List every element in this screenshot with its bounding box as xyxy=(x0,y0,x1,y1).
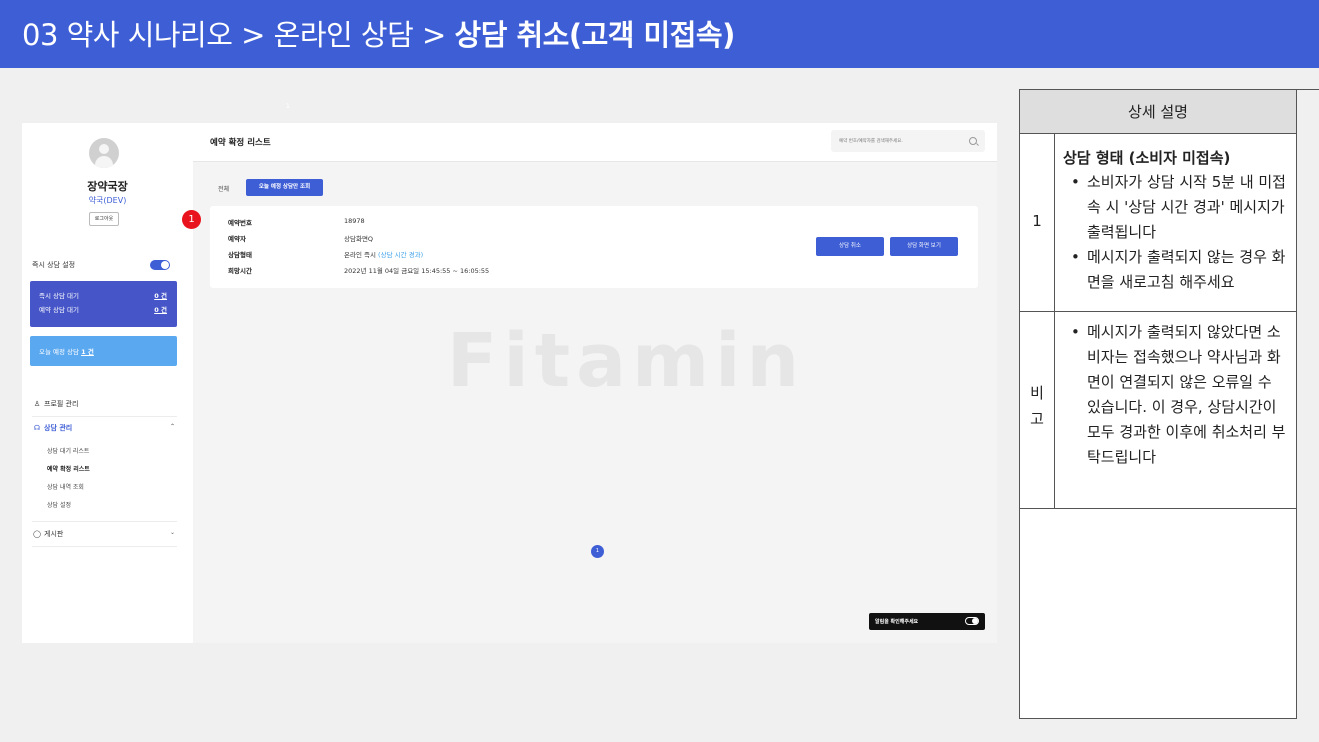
type-label: 상담형태 xyxy=(228,251,252,259)
row1-number: 1 xyxy=(1032,212,1042,230)
search-icon[interactable] xyxy=(969,137,977,145)
divider xyxy=(1054,134,1055,508)
divider xyxy=(32,416,177,417)
reserver-label: 예약자 xyxy=(228,235,246,243)
panel-header: 상세 설명 xyxy=(1020,90,1296,134)
reservation-no-value: 18978 xyxy=(344,217,365,225)
time-label: 희망시간 xyxy=(228,267,252,275)
reservation-no-label: 예약번호 xyxy=(228,219,252,227)
avatar-icon xyxy=(89,138,119,168)
reservation-card: 예약번호 18978 예약자 상담화면Q 상담형태 온라인 즉시 (상담 시간 … xyxy=(210,206,978,288)
divider xyxy=(1297,89,1319,90)
main-title: 예약 확정 리스트 xyxy=(210,138,271,148)
time-value: 2022년 11월 04일 금요일 15:45:55 ~ 16:05:55 xyxy=(344,267,490,275)
search-input[interactable] xyxy=(839,136,964,146)
nav-consult[interactable]: ☊ 상담 관리 ⌃ xyxy=(32,423,177,437)
row2-bullets: 메시지가 출력되지 않았다면 소비자는 접속했으나 약사님과 화면이 연결되지 … xyxy=(1063,320,1289,470)
sidebar: 장약국장 약국(DEV) 로그아웃 즉시 상담 설정 즉시 상담 대기 0 건 … xyxy=(22,123,193,643)
today-consult-box[interactable]: 오늘 예정 상담 1 건 xyxy=(30,336,177,366)
list-item: 메시지가 출력되지 않는 경우 화면을 새로고침 해주세요 xyxy=(1063,245,1289,295)
nav-profile[interactable]: ♙ 프로필 관리 xyxy=(32,399,177,413)
nav-consult-label: 상담 관리 xyxy=(44,424,73,432)
main-content: 예약 확정 리스트 전체 오늘 예정 상담만 조회 예약번호 18978 예약자… xyxy=(193,123,997,643)
watermark-logo: Fitamin xyxy=(446,318,806,404)
title-bold: 상담 취소(고객 미접속) xyxy=(454,18,736,52)
title-bar: 03 약사 시나리오 > 온라인 상담 > 상담 취소(고객 미접속) xyxy=(0,0,1319,68)
nav-sub-history[interactable]: 상담 내역 조회 xyxy=(47,482,84,491)
pharmacy-sub: 약국(DEV) xyxy=(88,196,127,205)
chat-icon: ◯ xyxy=(33,530,41,538)
nav-board-label: 게시판 xyxy=(44,530,64,538)
nav-board[interactable]: ◯ 게시판 ⌄ xyxy=(32,529,177,543)
divider xyxy=(32,521,177,522)
annotation-badge: 1 xyxy=(182,210,201,229)
page-title: 03 약사 시나리오 > 온라인 상담 > 상담 취소(고객 미접속) xyxy=(22,12,735,54)
view-consult-button[interactable]: 상담 화면 보기 xyxy=(890,237,958,256)
logout-button[interactable]: 로그아웃 xyxy=(89,212,119,226)
instant-wait-label: 즉시 상담 대기 xyxy=(39,292,80,300)
today-label-text: 오늘 예정 상담 xyxy=(39,348,80,356)
chevron-up-icon: ⌃ xyxy=(169,423,175,430)
reserver-value: 상담화면Q xyxy=(344,235,374,243)
toggle-icon[interactable] xyxy=(150,260,170,270)
row2-label: 비고 xyxy=(1020,380,1054,432)
instant-setting-row: 즉시 상담 설정 xyxy=(32,260,172,272)
alarm-bar: 알림을 확인해주세요 xyxy=(869,613,985,630)
tiny-marker: 1 xyxy=(286,103,290,110)
instant-setting-label: 즉시 상담 설정 xyxy=(32,261,76,269)
divider xyxy=(1020,508,1296,509)
list-item: 메시지가 출력되지 않았다면 소비자는 접속했으나 약사님과 화면이 연결되지 … xyxy=(1063,320,1289,470)
filter-all[interactable]: 전체 xyxy=(218,184,229,193)
today-consult-count: 1 건 xyxy=(81,348,94,356)
pharmacy-name: 장약국장 xyxy=(87,180,128,193)
today-consult-label: 오늘 예정 상담 1 건 xyxy=(39,346,94,356)
title-prefix: 03 약사 시나리오 > 온라인 상담 > xyxy=(22,18,455,52)
app-screenshot: 장약국장 약국(DEV) 로그아웃 즉시 상담 설정 즉시 상담 대기 0 건 … xyxy=(22,123,997,643)
time-elapsed-warning: (상담 시간 경과) xyxy=(378,251,424,259)
wait-summary: 즉시 상담 대기 0 건 예약 상담 대기 0 건 xyxy=(30,281,177,327)
row1-title: 상담 형태 (소비자 미접속) xyxy=(1063,149,1231,167)
alarm-toggle-icon[interactable] xyxy=(965,617,979,625)
type-value-text: 온라인 즉시 xyxy=(344,251,376,259)
cancel-consult-button[interactable]: 상담 취소 xyxy=(816,237,884,256)
profile-icon: ♙ xyxy=(33,400,41,408)
pagination-page[interactable]: 1 xyxy=(591,545,604,558)
list-item: 소비자가 상담 시작 5분 내 미접속 시 '상담 시간 경과' 메시지가 출력… xyxy=(1063,170,1289,245)
type-value: 온라인 즉시 (상담 시간 경과) xyxy=(344,249,423,259)
instant-wait-count: 0 건 xyxy=(154,292,167,300)
headset-icon: ☊ xyxy=(33,424,41,432)
reserve-wait-row[interactable]: 예약 상담 대기 0 건 xyxy=(39,304,167,314)
nav-sub-wait-list[interactable]: 상담 대기 리스트 xyxy=(47,446,89,455)
chevron-down-icon: ⌄ xyxy=(169,529,175,536)
divider xyxy=(1020,311,1296,312)
main-header: 예약 확정 리스트 xyxy=(193,123,997,162)
description-panel: 상세 설명 1 상담 형태 (소비자 미접속) 소비자가 상담 시작 5분 내 … xyxy=(1019,89,1297,719)
row2-label-text: 비고 xyxy=(1030,384,1044,428)
alarm-text: 알림을 확인해주세요 xyxy=(875,619,919,625)
search-box[interactable] xyxy=(831,130,985,152)
nav-sub-confirmed-list[interactable]: 예약 확정 리스트 xyxy=(47,464,90,473)
filter-today-button[interactable]: 오늘 예정 상담만 조회 xyxy=(246,179,323,196)
row1-bullets: 소비자가 상담 시작 5분 내 미접속 시 '상담 시간 경과' 메시지가 출력… xyxy=(1063,170,1289,295)
reserve-wait-count: 0 건 xyxy=(154,306,167,314)
instant-wait-row[interactable]: 즉시 상담 대기 0 건 xyxy=(39,290,167,300)
nav-sub-settings[interactable]: 상담 설정 xyxy=(47,500,71,509)
reserve-wait-label: 예약 상담 대기 xyxy=(39,306,80,314)
nav-profile-label: 프로필 관리 xyxy=(44,400,79,408)
divider xyxy=(32,546,177,547)
